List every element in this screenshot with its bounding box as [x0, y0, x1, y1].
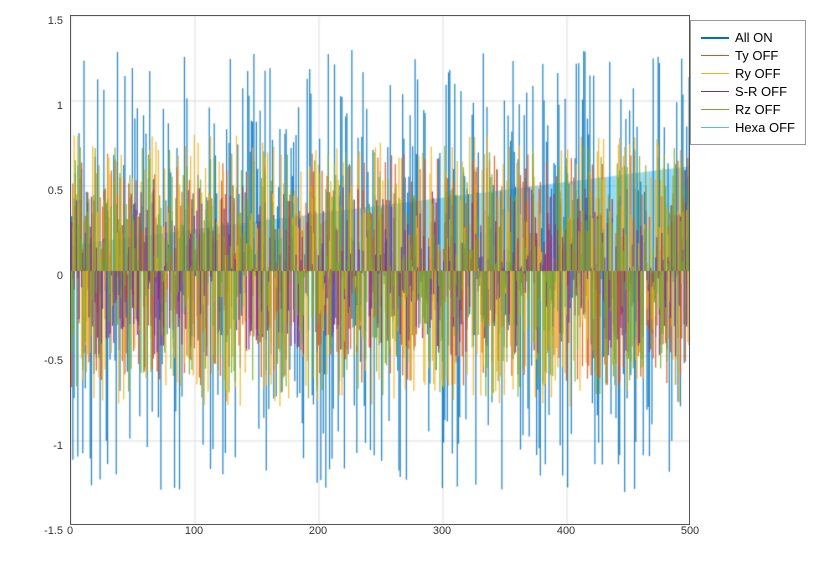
y-axis-label: -0.5: [44, 355, 63, 367]
legend-color-swatch: [701, 127, 729, 129]
legend-color-swatch: [701, 91, 729, 93]
legend-label: All ON: [735, 30, 773, 45]
y-axis-label: 1.5: [48, 15, 63, 27]
x-axis-label: 500: [681, 525, 699, 537]
legend-item: Ty OFF: [701, 48, 795, 63]
x-axis-label: 400: [557, 525, 575, 537]
chart-legend: All ON Ty OFF Ry OFF S-R OFF Rz OFF Hexa OFF: [690, 20, 806, 145]
legend-label: Ty OFF: [735, 48, 778, 63]
chart-area: [70, 15, 690, 525]
legend-item: Rz OFF: [701, 102, 795, 117]
x-axis-label: 0: [67, 525, 73, 537]
legend-color-swatch: [701, 37, 729, 39]
legend-item: All ON: [701, 30, 795, 45]
legend-label: S-R OFF: [735, 84, 787, 99]
x-axis-label: 200: [309, 525, 327, 537]
y-axis-label: -1: [53, 440, 63, 452]
legend-label: Ry OFF: [735, 66, 781, 81]
legend-color-swatch: [701, 73, 729, 75]
legend-color-swatch: [701, 109, 729, 111]
y-axis-label: 1: [57, 100, 63, 112]
chart-inner: [71, 16, 689, 524]
y-axis-label: -1.5: [44, 525, 63, 537]
x-axis-label: 300: [433, 525, 451, 537]
legend-label: Hexa OFF: [735, 120, 795, 135]
x-axis-label: 100: [185, 525, 203, 537]
legend-label: Rz OFF: [735, 102, 781, 117]
legend-color-swatch: [701, 55, 729, 57]
y-axis-label: 0: [57, 270, 63, 282]
legend-item: Hexa OFF: [701, 120, 795, 135]
chart-container: -1.5 -1 -0.5 0 0.5 1 1.5 All ON Ty OFF Ry OFF S-R…: [0, 0, 821, 584]
legend-item: S-R OFF: [701, 84, 795, 99]
y-axis-labels: -1.5-1-0.500.511.5: [0, 15, 68, 525]
y-axis-label: 0.5: [48, 185, 63, 197]
legend-item: Ry OFF: [701, 66, 795, 81]
